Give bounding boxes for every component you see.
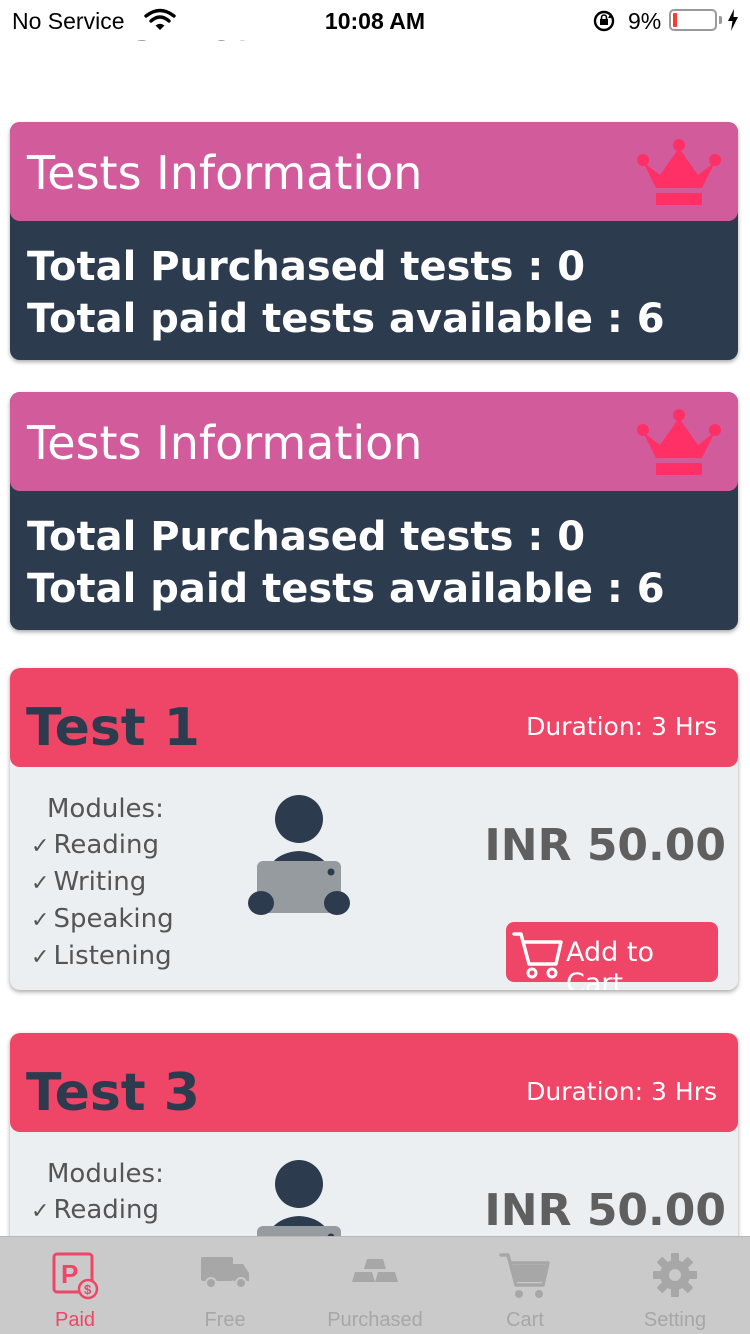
total-purchased-tests: Total Purchased tests : 0 — [27, 244, 586, 290]
tests-info-header: Tests Information — [10, 392, 738, 491]
test-card-header: Test 1 Duration: 3 Hrs — [10, 668, 738, 767]
total-paid-tests-available: Total paid tests available : 6 — [27, 566, 665, 612]
tab-label: Purchased — [327, 1309, 423, 1331]
status-bar: No Service 10:08 AM 9% — [0, 0, 750, 40]
tab-label: Free — [204, 1309, 246, 1331]
test-name: Test 1 — [26, 698, 200, 758]
test-card-header: Test 3 Duration: 3 Hrs — [10, 1033, 738, 1132]
test-duration: Duration: 3 Hrs — [526, 712, 717, 741]
tests-info-title: Tests Information — [27, 146, 423, 200]
module-label: Speaking — [53, 904, 174, 934]
cart-icon — [499, 1251, 551, 1308]
tab-setting[interactable]: Setting — [600, 1237, 750, 1334]
tab-bar: P $ Paid Free Purchased Cart Setting — [0, 1236, 750, 1334]
rotation-lock-icon — [592, 9, 616, 38]
test-price: INR 50.00 — [484, 1185, 726, 1236]
battery-icon — [669, 9, 717, 31]
person-with-tablet-icon — [247, 795, 351, 924]
check-icon: ✓ — [31, 908, 50, 933]
modules-label: Modules: — [47, 1159, 164, 1189]
module-item: ✓ Writing — [31, 867, 174, 904]
total-purchased-tests: Total Purchased tests : 0 — [27, 514, 586, 560]
module-label: Reading — [53, 830, 159, 860]
module-item: ✓ Listening — [31, 941, 174, 978]
check-icon: ✓ — [31, 1199, 50, 1224]
tab-paid[interactable]: P $ Paid — [0, 1237, 150, 1334]
total-paid-tests-available: Total paid tests available : 6 — [27, 296, 665, 342]
battery-percent: 9% — [628, 8, 662, 34]
tests-info-header: Tests Information — [10, 122, 738, 221]
modules-label: Modules: — [47, 794, 164, 824]
check-icon: ✓ — [31, 871, 50, 896]
tab-label: Setting — [643, 1309, 707, 1331]
free-truck-icon — [199, 1251, 251, 1296]
check-icon: ✓ — [31, 945, 50, 970]
module-label: Writing — [53, 867, 147, 897]
test-name: Test 3 — [26, 1063, 200, 1123]
tab-purchased[interactable]: Purchased — [300, 1237, 450, 1334]
svg-text:$: $ — [84, 1282, 92, 1297]
test-duration: Duration: 3 Hrs — [526, 1077, 717, 1106]
modules-list: ✓ Reading ✓ Writing ✓ Speaking ✓ Listening — [31, 830, 174, 978]
crown-icon — [636, 408, 722, 483]
test-price: INR 50.00 — [484, 820, 726, 871]
module-item: ✓ Reading — [31, 1195, 159, 1232]
svg-text:P: P — [61, 1259, 78, 1289]
add-to-cart-label: Add to Cart — [566, 937, 654, 990]
tab-cart[interactable]: Cart — [450, 1237, 600, 1334]
module-label: Reading — [53, 1195, 159, 1225]
tab-free[interactable]: Free — [150, 1237, 300, 1334]
crown-icon — [636, 138, 722, 213]
charging-bolt-icon — [727, 9, 739, 36]
battery-tip — [719, 16, 722, 24]
cart-icon — [512, 928, 564, 987]
modules-list: ✓ Reading — [31, 1195, 159, 1232]
tests-info-card: Tests Information Total Purchased tests … — [10, 122, 738, 360]
tests-info-card: Tests Information Total Purchased tests … — [10, 392, 738, 630]
tab-label: Cart — [506, 1309, 544, 1331]
module-item: ✓ Reading — [31, 830, 174, 867]
module-item: ✓ Speaking — [31, 904, 174, 941]
add-to-cart-button[interactable]: Add to Cart — [506, 922, 718, 990]
gear-icon — [651, 1251, 699, 1304]
test-card[interactable]: Test 1 Duration: 3 Hrs Modules: ✓ Reading… — [10, 668, 738, 990]
paid-icon: P $ — [51, 1251, 99, 1306]
tab-label: Paid — [54, 1309, 96, 1331]
check-icon: ✓ — [31, 834, 50, 859]
module-label: Listening — [53, 941, 172, 971]
gold-bars-icon — [348, 1251, 402, 1296]
tests-info-title: Tests Information — [27, 416, 423, 470]
